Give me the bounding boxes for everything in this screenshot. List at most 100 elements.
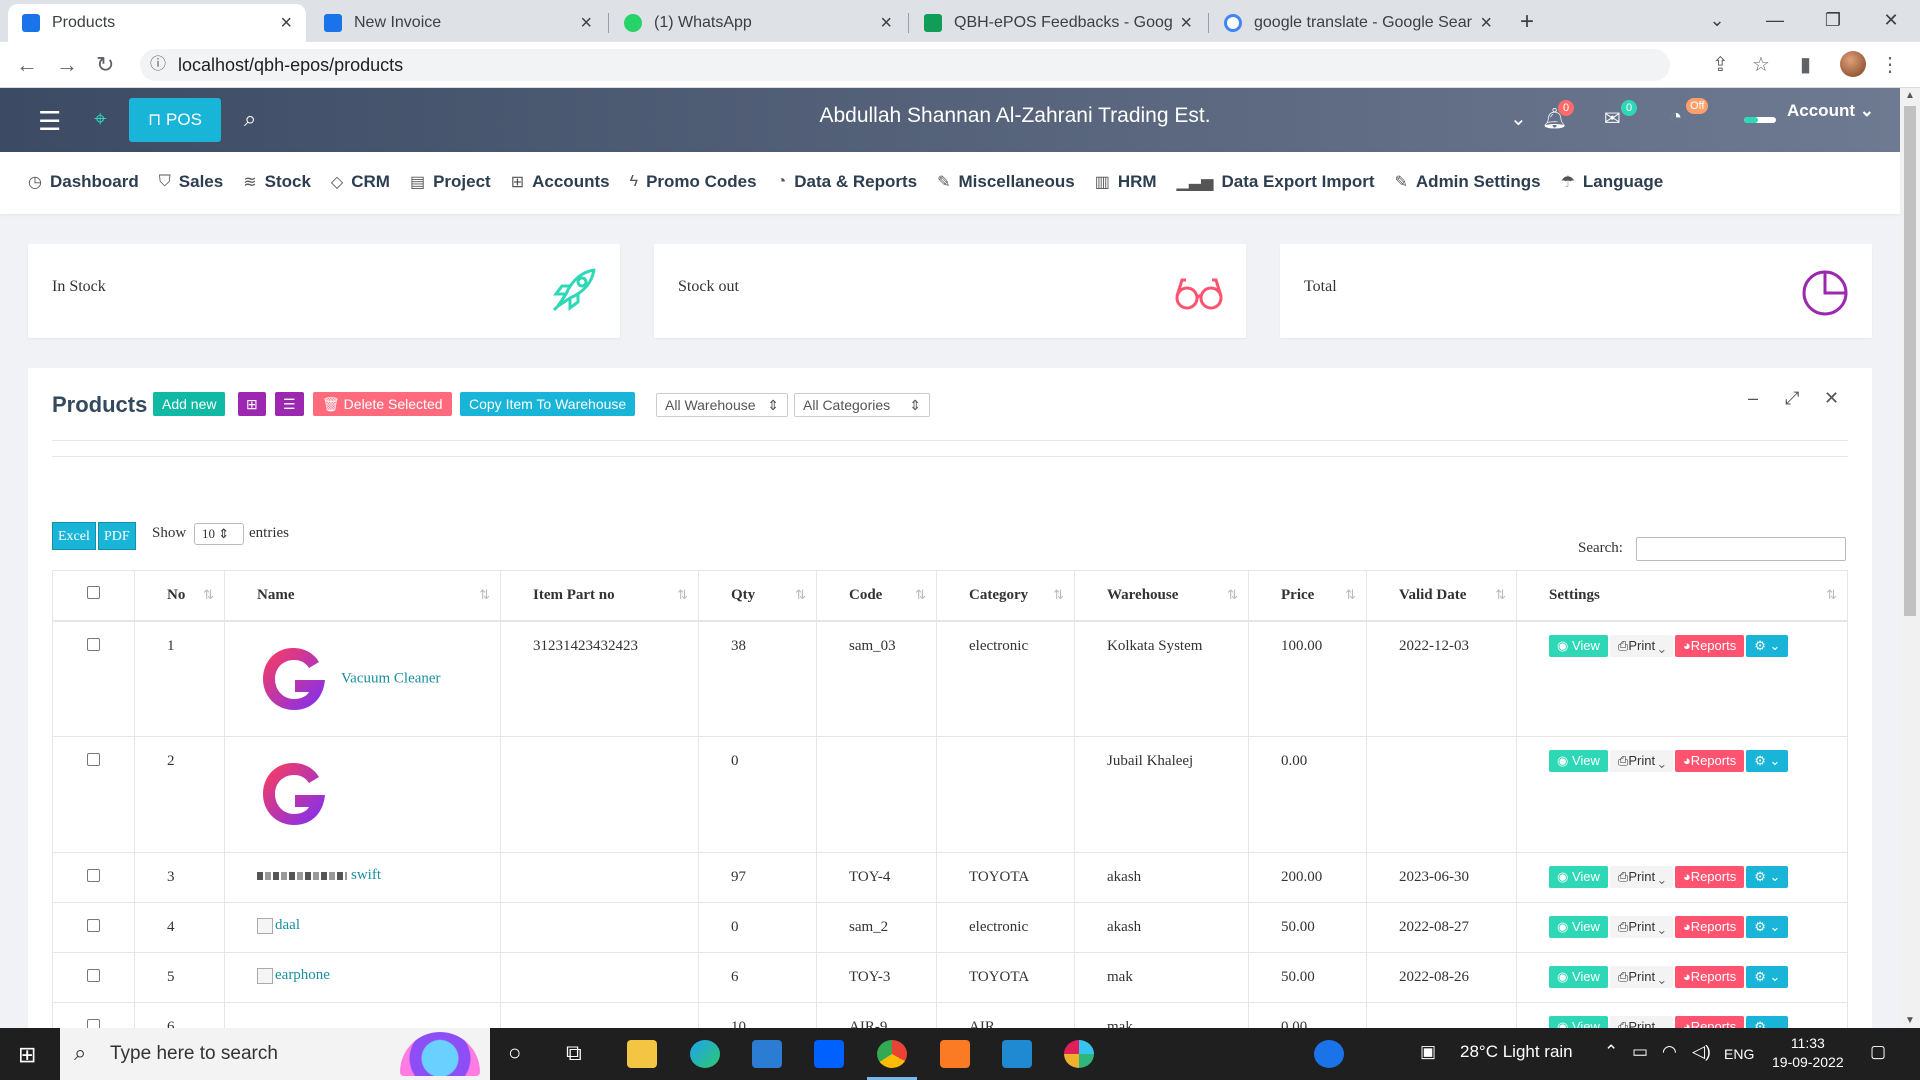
column-header-warehouse[interactable]: Warehouse ⇅ [1074, 570, 1249, 622]
sort-icon[interactable]: ⇅ [1826, 587, 1837, 603]
nav-language[interactable]: ☂ Language [1561, 172, 1664, 192]
settings-dropdown-button[interactable]: ⚙ ⌄ [1746, 966, 1789, 988]
nav-dashboard[interactable]: ◷ Dashboard [28, 172, 139, 192]
bookmark-star-icon[interactable]: ☆ [1752, 52, 1770, 77]
search-icon[interactable]: ⌕ [244, 106, 256, 132]
nav-accounts[interactable]: ⊞ Accounts [511, 172, 610, 192]
settings-dropdown-button[interactable]: ⚙ ⌄ [1746, 634, 1789, 657]
product-name-link[interactable]: Vacuum Cleaner [341, 670, 441, 686]
row-checkbox[interactable] [87, 753, 100, 766]
scrollbar-thumb[interactable] [1904, 106, 1916, 616]
copy-to-warehouse-button[interactable]: Copy Item To Warehouse [460, 392, 636, 416]
sort-icon[interactable]: ⇅ [1495, 587, 1506, 603]
sort-icon[interactable]: ⇅ [479, 587, 490, 603]
page-scrollbar[interactable]: ▲ ▼ [1900, 88, 1920, 1028]
chrome-icon[interactable] [867, 1040, 917, 1080]
chevron-down-icon[interactable]: ⌄ [1510, 106, 1527, 131]
select-all-checkbox[interactable] [87, 586, 100, 600]
column-header-name[interactable]: Name ⇅ [224, 570, 501, 622]
table-search-input[interactable] [1636, 537, 1846, 561]
print-button[interactable]: ⎙Print ⌄ [1609, 634, 1673, 657]
sort-icon[interactable]: ⇅ [1227, 587, 1238, 603]
column-header-code[interactable]: Code ⇅ [816, 570, 937, 622]
print-button[interactable]: ⎙Print ⌄ [1609, 866, 1673, 888]
close-tab-icon[interactable]: × [1480, 12, 1492, 35]
product-name-link[interactable]: daal [275, 917, 300, 933]
delete-selected-button[interactable]: 🗑︎ Delete Selected [313, 392, 452, 416]
edge-icon[interactable] [690, 1040, 720, 1068]
nav-admin-settings[interactable]: ✎ Admin Settings [1395, 172, 1541, 192]
file-explorer-icon[interactable] [627, 1040, 657, 1068]
language-indicator[interactable]: ENG [1724, 1046, 1754, 1062]
windows-start-icon[interactable]: ⊞ [18, 1042, 36, 1068]
tab-google-search[interactable]: google translate - Google Search × [1210, 4, 1506, 42]
column-header-no[interactable]: No ⇅ [134, 570, 225, 622]
settings-dropdown-button[interactable]: ⚙ ⌄ [1746, 866, 1789, 888]
minimize-panel-icon[interactable]: – [1748, 388, 1758, 409]
reports-button[interactable]: ◕Reports [1674, 750, 1745, 772]
nav-data-reports[interactable]: ◔ Data & Reports [777, 172, 917, 192]
close-window-icon[interactable]: ✕ [1862, 0, 1920, 42]
help-icon[interactable] [1314, 1040, 1344, 1068]
clock-icon[interactable]: ◔ [1670, 106, 1682, 129]
xampp-icon[interactable] [940, 1040, 970, 1068]
column-header-qty[interactable]: Qty ⇅ [698, 570, 817, 622]
sort-icon[interactable]: ⇅ [1345, 587, 1356, 603]
sort-icon[interactable]: ⇅ [1053, 587, 1064, 603]
reports-button[interactable]: ◕Reports [1674, 966, 1745, 988]
chrome-menu-icon[interactable]: ⋮ [1880, 52, 1900, 77]
sort-icon[interactable]: ⇅ [795, 587, 806, 603]
sort-icon[interactable]: ⇅ [203, 587, 214, 603]
mail-icon[interactable]: ✉ [1604, 106, 1621, 131]
fullscreen-icon[interactable]: ⤢ [1785, 388, 1799, 409]
share-icon[interactable]: ⇪ [1712, 52, 1729, 77]
column-header-valid-date[interactable]: Valid Date ⇅ [1366, 570, 1517, 622]
weather-text[interactable]: 28°C Light rain [1460, 1042, 1573, 1062]
tab-search-chevron-icon[interactable]: ⌄ [1688, 0, 1746, 42]
grid-view-button[interactable]: ⊞ [238, 392, 266, 416]
side-panel-icon[interactable]: ▮ [1800, 52, 1811, 77]
print-button[interactable]: ⎙Print ⌄ [1609, 916, 1673, 938]
nav-miscellaneous[interactable]: ✎ Miscellaneous [937, 172, 1075, 192]
pos-button[interactable]: ⊓ POS [129, 98, 221, 142]
minimize-icon[interactable]: — [1746, 0, 1804, 42]
column-header-part-no[interactable]: Item Part no ⇅ [500, 570, 699, 622]
cortana-icon[interactable]: ○ [508, 1040, 521, 1066]
row-checkbox[interactable] [87, 869, 100, 882]
info-icon[interactable]: ⓘ [150, 49, 166, 81]
sort-icon[interactable]: ⇅ [677, 587, 688, 603]
wifi-icon[interactable]: ◠ [1662, 1042, 1677, 1062]
nav-data-export-import[interactable]: ▁▃▅ Data Export Import [1177, 172, 1375, 192]
close-tab-icon[interactable]: × [880, 12, 892, 35]
nav-project[interactable]: ▤ Project [410, 172, 491, 192]
maximize-icon[interactable]: ❐ [1804, 0, 1862, 42]
print-button[interactable]: ⎙Print ⌄ [1609, 750, 1673, 772]
warehouse-select[interactable]: All Warehouse ⇕ [656, 393, 788, 417]
location-pin-icon[interactable]: ⌖ [94, 106, 106, 132]
nav-stock[interactable]: ≋ Stock [243, 172, 311, 192]
reports-button[interactable]: ◕Reports [1674, 634, 1745, 657]
view-button[interactable]: ◉ View [1549, 916, 1608, 938]
taskbar-clock[interactable]: 11:33 19-09-2022 [1772, 1034, 1844, 1072]
nav-hrm[interactable]: ▥ HRM [1095, 172, 1157, 192]
new-tab-icon[interactable]: + [1520, 8, 1534, 36]
print-button[interactable]: ⎙Print ⌄ [1609, 966, 1673, 988]
url-field[interactable]: ⓘ localhost/qbh-epos/products [140, 49, 1670, 81]
back-icon[interactable]: ← [16, 52, 38, 78]
product-name-link[interactable]: swift [351, 867, 381, 883]
tab-whatsapp[interactable]: (1) WhatsApp × [610, 4, 906, 42]
tab-feedbacks[interactable]: QBH-ePOS Feedbacks - Google S × [910, 4, 1206, 42]
row-checkbox[interactable] [87, 919, 100, 932]
reports-button[interactable]: ◕Reports [1674, 916, 1745, 938]
dropbox-icon[interactable] [814, 1040, 844, 1068]
hamburger-menu-icon[interactable]: ☰ [38, 106, 61, 137]
volume-icon[interactable]: ◁) [1692, 1042, 1711, 1062]
notifications-icon[interactable]: ▢ [1870, 1042, 1886, 1062]
column-header-category[interactable]: Category ⇅ [936, 570, 1075, 622]
close-tab-icon[interactable]: × [1180, 12, 1192, 35]
scroll-down-icon[interactable]: ▼ [1905, 1015, 1915, 1026]
entries-select[interactable]: 10 ⇕ [194, 523, 244, 545]
battery-icon[interactable]: ▭ [1632, 1042, 1648, 1062]
category-select[interactable]: All Categories ⇕ [794, 393, 930, 417]
slack-icon[interactable] [1064, 1040, 1094, 1068]
